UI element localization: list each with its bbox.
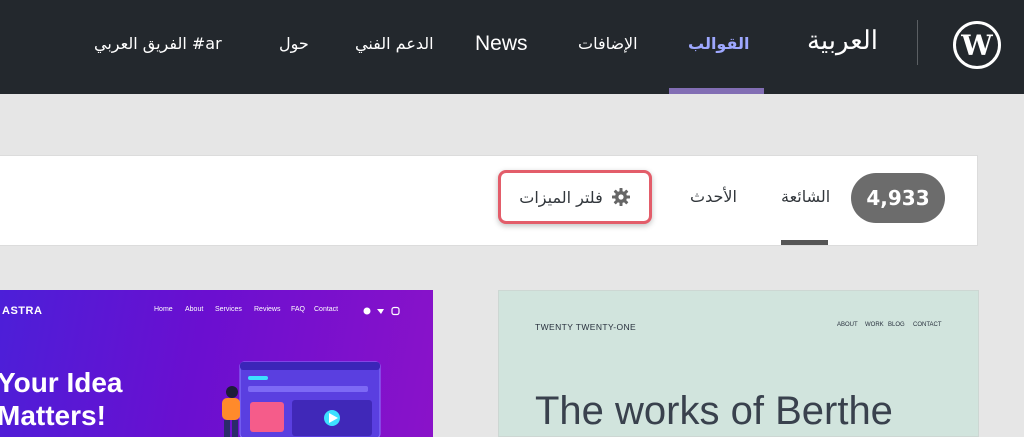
nav-item-news[interactable]: News [475, 32, 528, 56]
header-divider [917, 20, 918, 65]
tt1-nav-about: ABOUT [837, 322, 858, 328]
astra-headline-line2: Matters! [0, 400, 106, 431]
tt1-nav-blog: BLOG [888, 322, 905, 328]
theme-filter-bar [0, 155, 978, 246]
theme-count-badge: 4,933 [851, 173, 945, 223]
astra-nav-faq: FAQ [291, 306, 306, 313]
astra-headline: Your Idea Matters! [0, 366, 123, 432]
tt1-site-name: TWENTY TWENTY-ONE [535, 322, 637, 332]
astra-nav-contact: Contact [314, 306, 339, 313]
nav-item-about[interactable]: حول [279, 34, 309, 53]
nav-active-underline [669, 88, 764, 94]
svg-text:W: W [960, 29, 993, 62]
tab-latest[interactable]: الأحدث [690, 187, 737, 206]
tt1-nav-contact: CONTACT [913, 322, 942, 328]
gear-icon [611, 187, 631, 207]
nav-item-themes[interactable]: القوالب [688, 34, 749, 53]
astra-social-icons [363, 306, 400, 316]
astra-headline-line1: Your Idea [0, 367, 123, 398]
astra-illustration-icon [222, 361, 381, 437]
tt1-headline: The works of Berthe [535, 389, 893, 433]
global-header: W العربية القوالب الإضافات News الدعم ال… [0, 0, 1024, 94]
feature-filter-label: فلتر الميزات [519, 187, 603, 207]
astra-nav-reviews: Reviews [254, 306, 281, 313]
astra-nav-home: Home [154, 306, 173, 313]
tab-popular-underline [781, 240, 828, 245]
wordpress-logo-icon[interactable]: W [953, 21, 1001, 69]
astra-nav-services: Services [215, 306, 242, 313]
astra-nav-about: About [185, 306, 204, 313]
site-title[interactable]: العربية [807, 26, 878, 56]
nav-item-plugins[interactable]: الإضافات [578, 34, 638, 53]
tab-popular[interactable]: الشائعة [781, 187, 830, 206]
tt1-nav-work: WORK [865, 322, 884, 328]
astra-logo: ASTRA [2, 305, 43, 317]
nav-item-arabic-team[interactable]: ar# الفريق العربي [94, 34, 222, 53]
feature-filter-button[interactable]: فلتر الميزات [498, 170, 652, 224]
nav-item-support[interactable]: الدعم الفني [355, 34, 434, 53]
